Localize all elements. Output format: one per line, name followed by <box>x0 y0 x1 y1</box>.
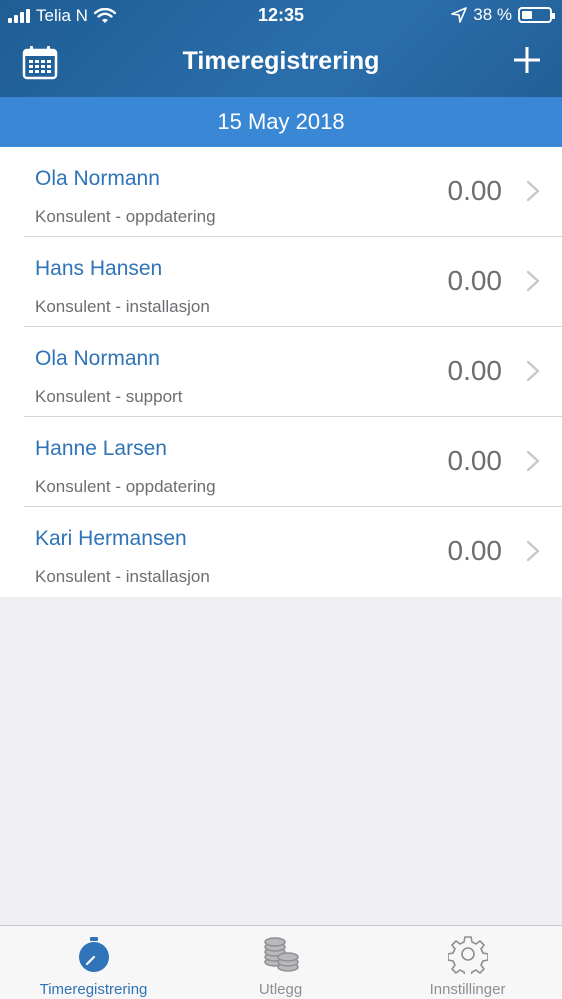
list-item[interactable]: Hanne Larsen Konsulent - oppdatering 0.0… <box>0 417 562 507</box>
entry-list: Ola Normann Konsulent - oppdatering 0.00… <box>0 147 562 597</box>
plus-icon <box>514 47 540 73</box>
tab-label: Utlegg <box>258 981 303 998</box>
chevron-right-icon <box>526 450 540 472</box>
entry-description: Konsulent - installasjon <box>35 567 210 586</box>
status-right: 38 % <box>451 5 555 25</box>
entry-hours: 0.00 <box>447 445 503 476</box>
stopwatch-icon <box>78 937 109 972</box>
status-bar: Telia N 12:35 38 % <box>0 0 562 32</box>
entry-description: Konsulent - support <box>35 387 183 406</box>
entry-description: Konsulent - installasjon <box>35 297 210 316</box>
entry-hours: 0.00 <box>447 535 503 566</box>
tab-label: Timeregistrering <box>39 981 148 998</box>
tab-innstillinger[interactable]: Innstillinger <box>374 926 561 999</box>
entry-hours: 0.00 <box>447 265 503 296</box>
list-item[interactable]: Ola Normann Konsulent - oppdatering 0.00 <box>0 147 562 237</box>
chevron-right-icon <box>526 540 540 562</box>
entry-name: Hans Hansen <box>35 257 163 280</box>
tab-label: Innstillinger <box>429 981 506 998</box>
coins-icon <box>263 937 299 972</box>
tab-bar: Timeregistrering Utlegg Innstillinger <box>0 925 562 999</box>
battery-percent-label: 38 % <box>473 5 512 24</box>
tab-timeregistrering[interactable]: Timeregistrering <box>0 926 187 999</box>
battery-level <box>522 11 532 19</box>
gear-icon <box>447 936 488 974</box>
chevron-right-icon <box>526 180 540 202</box>
list-item[interactable]: Ola Normann Konsulent - support 0.00 <box>0 327 562 417</box>
entry-hours: 0.00 <box>447 355 503 386</box>
entry-name: Ola Normann <box>35 347 160 370</box>
tab-utlegg[interactable]: Utlegg <box>187 926 374 999</box>
entry-description: Konsulent - oppdatering <box>35 207 216 226</box>
chevron-right-icon <box>526 270 540 292</box>
entry-name: Hanne Larsen <box>35 437 167 460</box>
date-bar[interactable]: 15 May 2018 <box>0 97 562 147</box>
page-title: Timeregistrering <box>182 47 380 75</box>
entry-description: Konsulent - oppdatering <box>35 477 216 496</box>
list-item[interactable]: Kari Hermansen Konsulent - installasjon … <box>0 507 562 597</box>
battery-icon <box>518 7 555 23</box>
entry-name: Kari Hermansen <box>35 527 187 550</box>
entry-name: Ola Normann <box>35 167 160 190</box>
header: Telia N 12:35 38 % Timeregistrering <box>0 0 562 97</box>
location-arrow-icon <box>451 7 468 23</box>
chevron-right-icon <box>526 360 540 382</box>
add-entry-button[interactable] <box>512 45 542 75</box>
entry-hours: 0.00 <box>447 175 503 206</box>
list-item[interactable]: Hans Hansen Konsulent - installasjon 0.0… <box>0 237 562 327</box>
